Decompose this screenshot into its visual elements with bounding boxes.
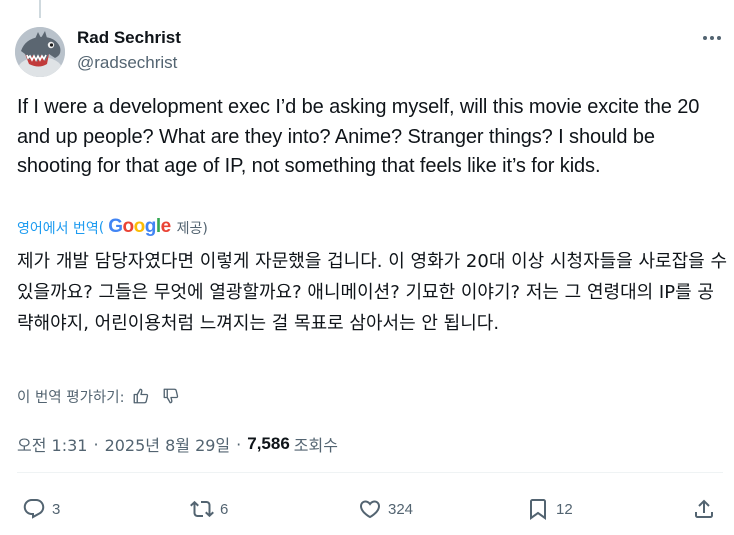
author-info: Rad Sechrist @radsechrist: [77, 27, 181, 74]
avatar[interactable]: [15, 27, 65, 77]
translation-attribution: 영어에서 번역 ( Google 제공): [17, 216, 208, 239]
meta-separator: ·: [93, 434, 99, 454]
bookmark-count: 12: [556, 500, 573, 518]
repost-button[interactable]: 6: [190, 495, 228, 523]
translated-from-english-link[interactable]: 영어에서 번역: [17, 218, 99, 238]
views-count: 7,586: [247, 434, 290, 453]
reply-count: 3: [52, 500, 61, 518]
repost-icon: [190, 500, 214, 518]
tweet-time[interactable]: 오전 1:31: [17, 432, 87, 456]
like-icon: [359, 500, 381, 519]
thread-connector-line: [39, 0, 41, 18]
rate-thumbs-down-button[interactable]: [158, 384, 184, 408]
reply-icon: [23, 499, 45, 519]
more-options-button[interactable]: [700, 28, 724, 48]
bookmark-button[interactable]: 12: [526, 495, 573, 523]
translated-tweet-text: 제가 개발 담당자였다면 이렇게 자문했을 겁니다. 이 영화가 20대 이상 …: [17, 251, 728, 334]
thumbs-down-icon: [164, 388, 179, 404]
thumbs-up-icon: [134, 388, 149, 404]
tweet-metadata: 오전 1:31 · 2025년 8월 29일 · 7,586 조회수: [17, 432, 338, 456]
repost-count: 6: [220, 500, 229, 518]
avatar-image: [15, 27, 65, 77]
more-options-icon: [703, 36, 721, 40]
rate-translation-row: 이 번역 평가하기:: [17, 384, 184, 408]
rate-thumbs-up-button[interactable]: [128, 384, 154, 408]
tweet-text: If I were a development exec I’d be aski…: [17, 96, 700, 177]
bookmark-icon: [530, 499, 546, 520]
share-button[interactable]: [692, 495, 716, 523]
author-handle[interactable]: @radsechrist: [77, 52, 181, 74]
views-label: 조회수: [293, 436, 338, 455]
tweet-date[interactable]: 2025년 8월 29일: [105, 432, 231, 456]
author-display-name[interactable]: Rad Sechrist: [77, 27, 181, 49]
reply-button[interactable]: 3: [22, 495, 60, 523]
translation-provider-suffix: 제공): [176, 221, 208, 237]
like-button[interactable]: 324: [358, 495, 413, 523]
translation-open-paren: (: [98, 220, 105, 236]
meta-separator: ·: [236, 434, 242, 454]
actions-divider: [17, 472, 723, 473]
google-logo: Google: [108, 216, 171, 237]
like-count: 324: [388, 500, 414, 518]
rate-translation-label: 이 번역 평가하기:: [17, 389, 125, 406]
share-icon: [695, 499, 713, 518]
